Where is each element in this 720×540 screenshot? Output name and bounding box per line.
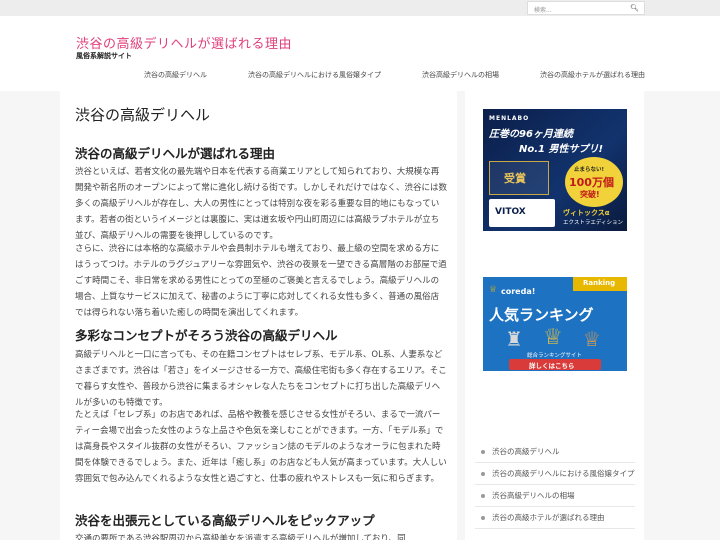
ribbon-label: Ranking — [583, 279, 616, 287]
banner2-title: 人気ランキング — [489, 306, 594, 324]
award-label: 受賞 — [504, 172, 526, 185]
product-box: VITOX — [489, 199, 555, 227]
sidebar-link-types[interactable]: 渋谷の高級デリヘルにおける風俗嬢タイプ — [475, 463, 635, 485]
search-icon[interactable]: 🔍︎ — [630, 4, 639, 12]
section-heading: 多彩なコンセプトがそろう渋谷の高級デリヘル — [75, 328, 338, 343]
top-bar: 検索... 🔍︎ — [0, 0, 720, 16]
site-subtitle: 風俗系解説サイト — [76, 52, 132, 60]
paragraph: たとえば「セレブ系」のお店であれば、品格や教養を感じさせる女性がそろい、まるで一… — [75, 410, 447, 484]
crown-icon: ♕ — [489, 285, 498, 295]
sidebar-link-label: 渋谷の高級ホテルが選ばれる理由 — [492, 513, 605, 522]
crown-gold-icon: ♕ — [543, 325, 563, 350]
product-subname: ヴィトックスα — [563, 209, 610, 217]
nav-item-types[interactable]: 渋谷の高級デリヘルにおける風俗嬢タイプ — [248, 70, 381, 80]
ranking-ad-banner[interactable]: Ranking ♕ coreda! 人気ランキング ♜ ♕ ♕ 総合ランキングサ… — [483, 277, 627, 371]
ribbon: Ranking — [573, 277, 627, 291]
product-edition: エクストラエディション — [563, 220, 623, 226]
banner-brand: MENLABO — [489, 115, 530, 122]
sidebar-link-label: 渋谷高級デリヘルの相場 — [492, 491, 575, 500]
main-nav: 渋谷の高級デリヘル 渋谷の高級デリヘルにおける風俗嬢タイプ 渋谷高級デリヘルの相… — [0, 68, 720, 84]
nav-item-price[interactable]: 渋谷高級デリヘルの相場 — [422, 70, 499, 80]
banner-headline: 圧巻の96ヶ月連続 — [489, 129, 573, 140]
sidebar-link-label: 渋谷の高級デリヘルにおける風俗嬢タイプ — [492, 469, 635, 478]
supplement-ad-banner[interactable]: MENLABO 圧巻の96ヶ月連続 No.1 男性サプリ! 受賞 止まらない! … — [483, 109, 627, 231]
crown-silver-icon: ♜ — [505, 327, 523, 351]
details-button-label: 詳しくはこちら — [529, 362, 575, 370]
bullet-icon — [481, 494, 485, 498]
banner2-caption: 総合ランキングサイト — [527, 353, 582, 359]
banner-headline-2: No.1 男性サプリ! — [519, 144, 604, 155]
paragraph: 高級デリヘルと一口に言っても、その在籍コンセプトはセレブ系、モデル系、OL系、人… — [75, 350, 447, 408]
sales-badge-line1: 止まらない! — [574, 167, 605, 173]
bullet-icon — [481, 472, 485, 476]
product-name: VITOX — [495, 207, 526, 217]
details-button[interactable]: 詳しくはこちら — [509, 359, 601, 370]
search-placeholder: 検索... — [534, 7, 552, 14]
crown-bronze-icon: ♕ — [583, 327, 601, 351]
search-input[interactable]: 検索... 🔍︎ — [527, 1, 645, 15]
site-title[interactable]: 渋谷の高級デリヘルが選ばれる理由 — [76, 33, 292, 52]
main-content: 渋谷の高級デリヘル 渋谷の高級デリヘルが選ばれる理由 渋谷といえば、若者文化の最… — [60, 91, 457, 540]
sidebar: MENLABO 圧巻の96ヶ月連続 No.1 男性サプリ! 受賞 止まらない! … — [465, 91, 644, 540]
sidebar-link-list: 渋谷の高級デリヘル 渋谷の高級デリヘルにおける風俗嬢タイプ 渋谷高級デリヘルの相… — [475, 441, 635, 529]
bullet-icon — [481, 450, 485, 454]
award-badge: 受賞 — [489, 161, 549, 195]
page-title: 渋谷の高級デリヘル — [75, 106, 211, 124]
paragraph: 交通の要所である渋谷駅周辺から高級美女を派遣する高級デリヘルが増加しており、同 — [75, 534, 406, 540]
nav-item-delivery[interactable]: 渋谷の高級デリヘル — [144, 70, 207, 80]
sales-badge-line3: 突破! — [580, 190, 600, 199]
sidebar-link-label: 渋谷の高級デリヘル — [492, 447, 560, 456]
sales-badge-line2: 100万個 — [569, 176, 614, 189]
paragraph: さらに、渋谷には本格的な高級ホテルや会員制ホテルも増えており、最上級の空間を求め… — [75, 244, 447, 318]
sales-badge: 止まらない! 100万個 突破! — [565, 157, 623, 207]
sidebar-link-delivery[interactable]: 渋谷の高級デリヘル — [475, 441, 635, 463]
sidebar-link-hotels[interactable]: 渋谷の高級ホテルが選ばれる理由 — [475, 507, 635, 529]
sidebar-link-price[interactable]: 渋谷高級デリヘルの相場 — [475, 485, 635, 507]
paragraph: 渋谷といえば、若者文化の最先端や日本を代表する商業エリアとして知られており、大規… — [75, 167, 447, 241]
nav-item-hotels[interactable]: 渋谷の高級ホテルが選ばれる理由 — [540, 70, 645, 80]
bullet-icon — [481, 516, 485, 520]
section-heading: 渋谷の高級デリヘルが選ばれる理由 — [75, 146, 276, 161]
banner2-brand: coreda! — [501, 287, 536, 296]
section-heading: 渋谷を出張元としている高級デリヘルをピックアップ — [75, 513, 375, 528]
